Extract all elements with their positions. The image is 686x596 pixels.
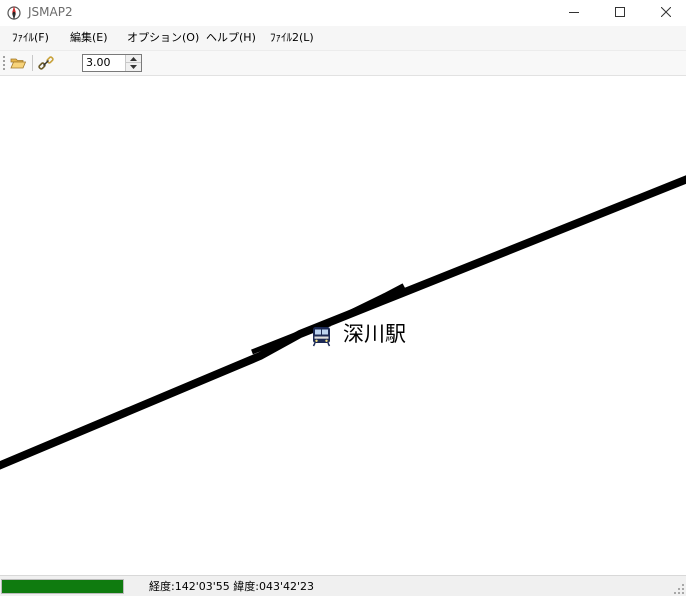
train-icon [312, 327, 331, 347]
minimize-button[interactable] [551, 0, 597, 24]
stepper-buttons [125, 55, 141, 71]
status-bar: 経度:142'03'55 緯度:043'42'23 [0, 575, 686, 596]
menu-help[interactable]: ヘルプ(H) [206, 26, 256, 50]
toolbar-grip-icon[interactable] [3, 56, 5, 70]
open-file-button[interactable] [9, 54, 27, 72]
stepper-up-button[interactable] [126, 55, 141, 63]
triangle-up-icon [130, 56, 137, 61]
link-icon [38, 56, 54, 70]
window-title: JSMAP2 [28, 5, 73, 19]
close-button[interactable] [643, 0, 686, 24]
maximize-button[interactable] [597, 0, 643, 24]
maximize-icon [615, 7, 625, 17]
progress-bar [1, 579, 124, 594]
triangle-down-icon [130, 65, 137, 69]
menu-edit[interactable]: 編集(E) [70, 26, 108, 50]
minimize-icon [569, 12, 579, 13]
scale-stepper[interactable]: 3.00 [82, 54, 142, 72]
toolbar-separator [32, 55, 33, 71]
title-bar: JSMAP2 [0, 0, 686, 24]
map-canvas[interactable]: 深川駅 [0, 76, 686, 575]
stepper-down-button[interactable] [126, 63, 141, 71]
scale-value[interactable]: 3.00 [86, 55, 111, 71]
station-label: 深川駅 [343, 322, 406, 346]
progress-fill [2, 580, 123, 593]
menu-file[interactable]: ﾌｧｲﾙ(F) [12, 26, 49, 50]
close-icon [661, 7, 671, 17]
menu-file2[interactable]: ﾌｧｲﾙ2(L) [270, 26, 314, 50]
link-button[interactable] [37, 54, 55, 72]
railway-line-branch-east [338, 283, 406, 321]
resize-grip-icon[interactable] [674, 584, 684, 594]
menu-bar: ﾌｧｲﾙ(F) 編集(E) オプション(O) ヘルプ(H) ﾌｧｲﾙ2(L) [0, 26, 686, 51]
compass-app-icon [7, 6, 21, 20]
folder-open-icon [10, 58, 27, 69]
menu-options[interactable]: オプション(O) [127, 26, 199, 50]
coordinates-readout: 経度:142'03'55 緯度:043'42'23 [149, 580, 314, 593]
